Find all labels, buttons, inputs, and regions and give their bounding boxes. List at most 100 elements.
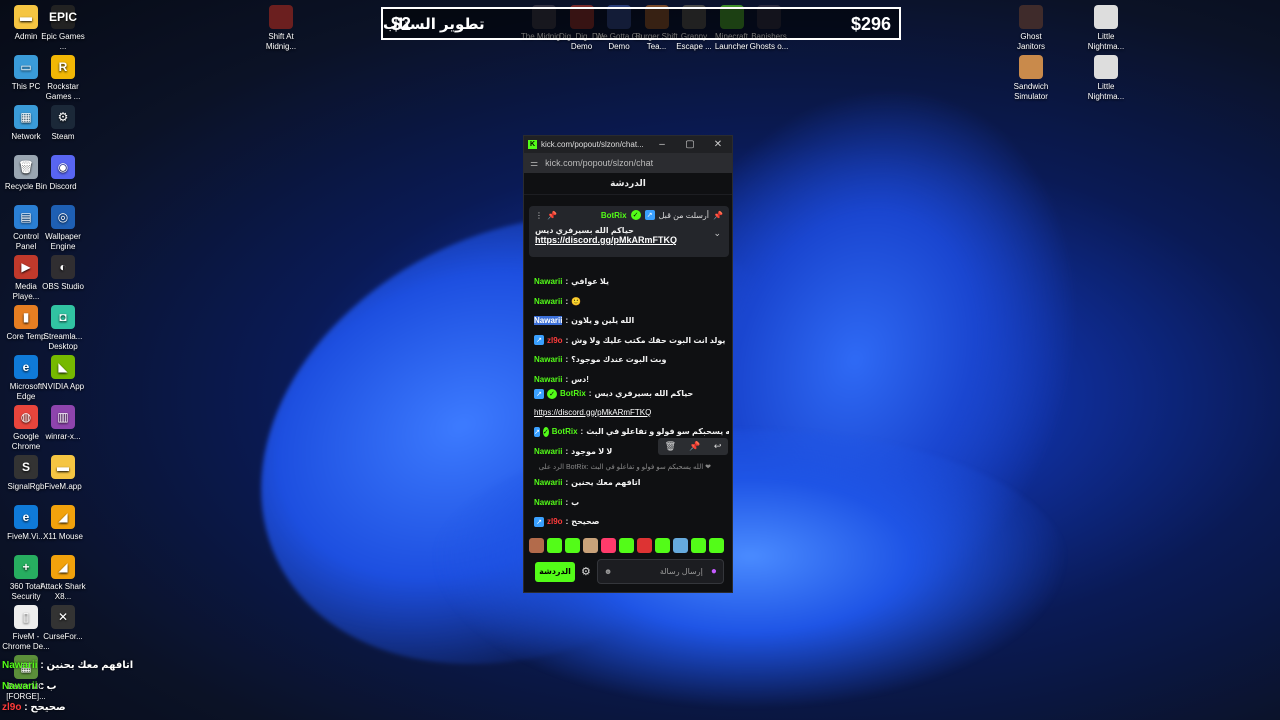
chat-message[interactable]: Nawarii: 🙂 [534,292,729,312]
edge-icon: e [14,355,38,379]
desktop-shortcut[interactable]: ◐ OBS Studio [39,255,87,292]
chat-message[interactable]: ↗ zl9o: يولد انت البوت حقك مكتب عليك ولا و… [534,331,729,351]
chat-colon: : [565,478,569,488]
desktop-shortcut-label: NVIDIA App [41,382,85,391]
reply-preview[interactable]: الرد على BotRix: الله يسحبكم سو فولو و ت… [534,461,729,473]
desktop-shortcut-label: Little Nightma... [1087,32,1125,51]
badge-icon: ↗ [534,426,540,437]
desktop-shortcut[interactable]: Sandwich Simulator [1007,55,1055,102]
emote-icon[interactable] [565,537,580,553]
mic-icon[interactable]: ● [711,566,717,577]
chat-input-placeholder: إرسال رسالة [659,567,703,576]
desktop-shortcut[interactable]: Little Nightma... [1082,5,1130,52]
chat-username[interactable]: Nawarii [534,277,562,286]
more-options-icon[interactable]: ⋮ [535,211,543,220]
chat-colon: : [565,296,569,306]
desktop-shortcut[interactable]: ✕ CurseFor... [39,605,87,642]
address-bar[interactable]: ⚌ kick.com/popout/slzon/chat [524,153,732,173]
overlay-message: Nawarii : اتافهم معك يحنين [2,660,133,671]
pin-icon[interactable]: 📌 [547,211,557,220]
emote-icon[interactable] [637,537,652,553]
game-icon [1094,55,1118,79]
desktop-shortcut[interactable]: ◣ NVIDIA App [39,355,87,392]
chat-message[interactable]: Nawarii: الله يلين و يلاون [534,311,729,331]
chat-username[interactable]: Nawarii [534,478,562,487]
desktop-shortcut[interactable]: ◘ Streamla... Desktop [39,305,87,352]
media-player-icon: ▶ [14,255,38,279]
verified-icon: ✓ [547,389,557,399]
desktop-shortcut[interactable]: ◢ X11 Mouse [39,505,87,542]
chat-username[interactable]: Nawarii [534,297,562,306]
chat-popout-window[interactable]: K kick.com/popout/slzon/chat... – ▢ ✕ ⚌ … [523,135,733,593]
desktop-shortcut-label: CurseFor... [43,632,83,641]
chat-message[interactable]: Nawarii: ب [534,493,729,513]
chat-username[interactable]: Nawarii [534,447,562,456]
chat-input-row: الدردشة ⚙ ☻ إرسال رسالة ● [529,559,729,584]
chat-message[interactable]: Nawarii: يلا عوافي [534,272,729,292]
chat-send-button[interactable]: الدردشة [535,561,575,582]
window-titlebar[interactable]: K kick.com/popout/slzon/chat... – ▢ ✕ [524,136,732,153]
chat-message[interactable]: ↗ ✓ BotRix: حياكم الله بسيرفري ديس https://d… [534,389,729,422]
chat-text: 🙂 [571,296,582,306]
emote-icon[interactable] [673,537,688,553]
bot-badge-icon: ↗ [644,210,655,220]
security-icon: + [14,555,38,579]
chat-message[interactable]: Nawarii: اتافهم معك يحنين [534,473,729,493]
emote-icon[interactable] [601,537,616,553]
emote-icon[interactable] [655,537,670,553]
pinned-message[interactable]: ⋮ 📌 BotRix ✓ ↗ أرسلت من قبل 📌 حياكم الله… [529,206,729,257]
emote-icon[interactable] [529,537,544,553]
chat-username[interactable]: BotRix [560,389,586,398]
site-settings-icon[interactable]: ⚌ [530,158,538,169]
message-actions[interactable]: 🗑 📌 ↩ [658,438,728,455]
chat-username[interactable]: zl9o [547,336,563,345]
pinned-user[interactable]: BotRix [601,211,627,220]
emote-icon[interactable] [619,537,634,553]
emote-icon[interactable] [547,537,562,553]
maximize-icon[interactable]: ▢ [676,139,704,150]
desktop-shortcut[interactable]: R Rockstar Games ... [39,55,87,102]
pin-small-icon: 📌 [713,210,723,220]
chevron-down-icon[interactable]: ⌄ [713,228,721,239]
pin-action-icon[interactable]: 📌 [689,441,700,452]
emote-icon[interactable] [691,537,706,553]
chat-link[interactable]: https://discord.gg/pMkARmFTKQ [534,408,729,417]
gear-icon[interactable]: ⚙ [581,565,591,578]
chat-username[interactable]: Nawarii [534,316,563,326]
desktop-shortcut[interactable]: Little Nightma... [1082,55,1130,102]
desktop-shortcut[interactable]: EPIC Epic Games ... [39,5,87,52]
chat-username[interactable]: zl9o [547,517,563,526]
chat-colon: : [565,355,569,365]
emote-icon[interactable] [583,537,598,553]
desktop-shortcut-label: winrar-x... [45,432,81,441]
desktop-shortcut[interactable]: ◉ Discord [39,155,87,192]
chat-username[interactable]: BotRix [552,427,578,436]
pinned-link[interactable]: https://discord.gg/pMkARmFTKQ [535,235,723,245]
minimize-icon[interactable]: – [648,139,676,150]
emote-icon[interactable] [709,537,724,553]
chat-message[interactable]: ↗ zl9o: صحيحح [534,512,729,532]
desktop-shortcut[interactable]: Shift At Midnig... [257,5,305,52]
desktop-shortcut[interactable]: ⚙ Steam [39,105,87,142]
desktop-shortcut[interactable]: ▥ winrar-x... [39,405,87,442]
reply-icon[interactable]: ↩ [714,441,722,452]
chat-username[interactable]: Nawarii [534,355,562,364]
desktop-shortcut[interactable]: ◢ Attack Shark X8... [39,555,87,602]
recycle-bin-icon: 🗑 [14,155,38,179]
verified-icon: ✓ [542,426,549,437]
desktop-shortcut[interactable]: Ghost Janitors [1007,5,1055,52]
game-icon [1019,55,1043,79]
chat-username[interactable]: Nawarii [534,375,562,384]
chat-username[interactable]: Nawarii [534,498,562,507]
obs-icon: ◐ [51,255,75,279]
desktop-shortcut[interactable]: ▬ FiveM.app [39,455,87,492]
chat-message[interactable]: Nawarii: دس! [534,370,729,390]
delete-icon[interactable]: 🗑 [665,441,676,452]
chat-input[interactable]: ☻ إرسال رسالة ● [596,559,724,584]
donation-target: $296 [850,14,891,34]
desktop-shortcut[interactable]: ◎ Wallpaper Engine [39,205,87,252]
window-title: kick.com/popout/slzon/chat... [541,140,644,149]
emoji-icon[interactable]: ☻ [604,567,612,576]
chat-message[interactable]: Nawarii: وبت البوت عندك موجود؟ [534,350,729,370]
close-icon[interactable]: ✕ [704,139,732,150]
